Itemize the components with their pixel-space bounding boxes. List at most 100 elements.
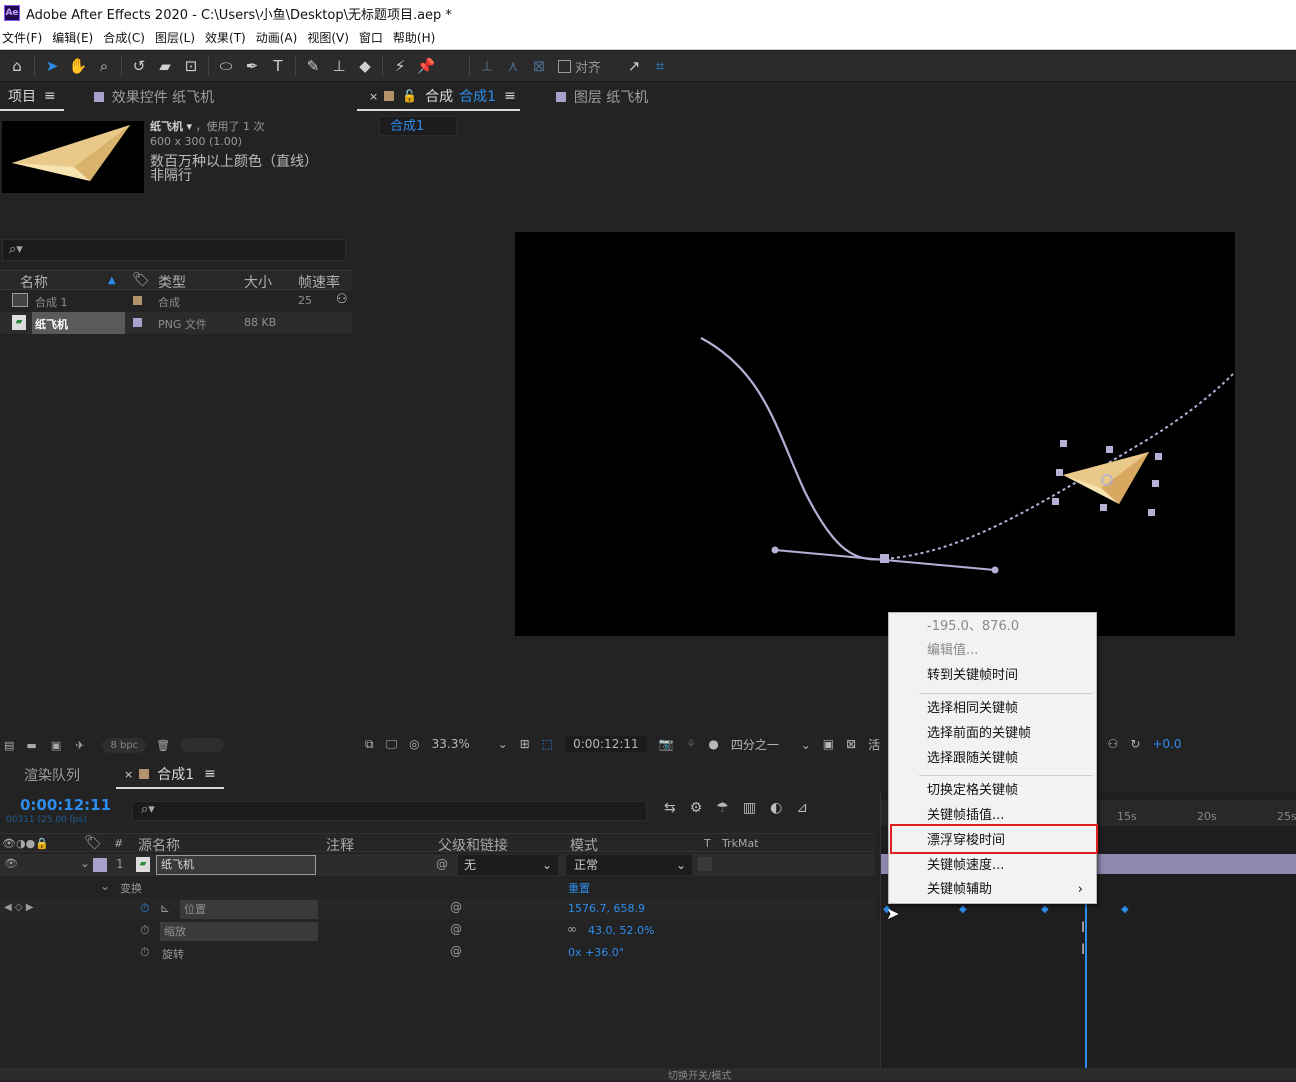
snapping-checkbox[interactable]: 对齐 (558, 57, 601, 76)
menu-animation[interactable]: 动画(A) (256, 29, 298, 46)
zoom-tool-icon[interactable]: ⌕ (91, 53, 117, 79)
roto-brush-tool-icon[interactable]: ⚡ (387, 53, 413, 79)
project-search-input[interactable]: ⌕▾ (2, 239, 346, 261)
col-parent[interactable]: 父级和链接 (438, 835, 508, 855)
snap-grid-icon[interactable]: ⌗ (647, 53, 673, 79)
preserve-transparency-checkbox[interactable] (698, 857, 712, 871)
flowchart-icon[interactable]: ⚇ (336, 292, 348, 307)
new-composition-icon[interactable]: ▣ (51, 739, 61, 752)
home-icon[interactable]: ⌂ (4, 53, 30, 79)
camera-tool-icon[interactable]: ▰ (152, 53, 178, 79)
composition-canvas[interactable] (515, 232, 1249, 636)
expand-chevron-icon[interactable]: ⌄ (100, 879, 110, 893)
label-tag-icon[interactable]: 🏷 (84, 835, 102, 851)
tab-timeline-comp[interactable]: × 合成1 ≡ (116, 761, 224, 789)
pen-tool-icon[interactable]: ✒ (239, 53, 265, 79)
col-type[interactable]: 类型 (158, 272, 186, 292)
col-name[interactable]: 名称 (20, 272, 48, 292)
panel-menu-icon[interactable]: ≡ (204, 766, 216, 782)
pickwhip-icon[interactable]: @ (450, 944, 462, 958)
mask-path-icon[interactable]: ⬚ (542, 737, 553, 751)
resolution-select[interactable]: 四分之一 ⌄ (731, 736, 811, 753)
layer-name-field[interactable]: 纸飞机 (156, 855, 316, 875)
pickwhip-icon[interactable]: @ (450, 922, 462, 936)
visibility-eye-icon[interactable]: 👁 (4, 857, 18, 870)
monitor-icon[interactable]: 🖵 (386, 737, 398, 752)
always-preview-icon[interactable]: ⧉ (365, 737, 374, 752)
rotate-tool-icon[interactable]: ↺ (126, 53, 152, 79)
sort-ascending-icon[interactable]: ▲ (108, 275, 116, 286)
rotation-value[interactable]: 0x +36.0° (568, 946, 624, 959)
menu-item-toggle-hold-keyframe[interactable]: 切换定格关键帧 (927, 780, 1093, 802)
hand-tool-icon[interactable]: ✋ (65, 53, 91, 79)
col-trkmat[interactable]: TrkMat (722, 837, 759, 850)
menu-composition[interactable]: 合成(C) (103, 29, 145, 46)
pickwhip-icon[interactable]: @ (450, 900, 462, 914)
position-value[interactable]: 1576.7, 658.9 (568, 902, 645, 915)
menu-view[interactable]: 视图(V) (307, 29, 349, 46)
stopwatch-icon[interactable]: ⏱ (140, 945, 149, 960)
constrain-proportions-icon[interactable]: ∞ (567, 922, 577, 936)
col-mode[interactable]: 模式 (570, 835, 598, 855)
property-row-scale[interactable]: ⏱ 缩放 @ ∞ 43.0, 52.0% (0, 920, 875, 942)
blend-mode-select[interactable]: 正常 ⌄ (566, 855, 692, 875)
thumbnail-slider[interactable] (180, 738, 225, 752)
property-row-rotation[interactable]: ⏱ 旋转 @ 0x +36.0° (0, 942, 875, 964)
keyframe-marker[interactable]: ◆ (1041, 904, 1049, 915)
grid-guide-icon[interactable]: ⊞ (520, 737, 530, 751)
keyframe-navigator[interactable]: ◀ ◇ ▶ (4, 902, 33, 913)
draft-3d-icon[interactable]: ⚙ (690, 800, 703, 816)
puppet-pin-tool-icon[interactable]: 📌 (413, 53, 439, 79)
col-source-name[interactable]: 源名称 (138, 835, 180, 855)
menu-help[interactable]: 帮助(H) (393, 29, 435, 46)
menu-file[interactable]: 文件(F) (2, 29, 42, 46)
property-row-position[interactable]: ◀ ◇ ▶ ⏱ ⊾ 位置 @ 1576.7, 658.9 (0, 898, 875, 920)
pickwhip-icon[interactable]: @ (436, 857, 448, 871)
menu-item-select-equal-keyframes[interactable]: 选择相同关键帧 (927, 698, 1093, 720)
close-icon[interactable]: × (369, 90, 378, 103)
tab-project[interactable]: 项目 ≡ (0, 83, 64, 111)
region-of-interest-icon[interactable]: ▣ (823, 737, 834, 751)
snap-option-icon[interactable]: ↗ (621, 53, 647, 79)
comp-mini-flowchart-icon[interactable]: ⇆ (664, 800, 676, 816)
expand-chevron-icon[interactable]: ⌄ (80, 856, 90, 870)
menu-item-keyframe-assistant[interactable]: 关键帧辅助 › (927, 879, 1093, 901)
motion-blur-icon[interactable]: ◐ (770, 800, 782, 816)
col-size[interactable]: 大小 (244, 272, 272, 292)
exposure-value[interactable]: +0.0 (1152, 737, 1181, 751)
menu-item-keyframe-velocity[interactable]: 关键帧速度... (927, 855, 1093, 877)
flowchart-icon[interactable]: ⚇ (1108, 737, 1119, 751)
snapshot-icon[interactable]: 📷 (659, 737, 674, 751)
close-icon[interactable]: × (124, 768, 133, 781)
menu-item-select-following-keyframes[interactable]: 选择跟随关键帧 (927, 748, 1093, 770)
world-axis-icon[interactable]: ⋏ (500, 53, 526, 79)
menu-edit[interactable]: 编辑(E) (52, 29, 93, 46)
comp-navigator-tab[interactable]: 合成1 (379, 116, 457, 136)
frame-blending-icon[interactable]: ▥ (743, 800, 756, 816)
reset-exposure-icon[interactable]: ↻ (1130, 737, 1140, 751)
tab-render-queue[interactable]: 渲染队列 (16, 761, 88, 789)
timeline-timecode[interactable]: 0:00:12:11 (20, 796, 111, 814)
layer-label-swatch[interactable] (93, 858, 107, 872)
reset-transform-link[interactable]: 重置 (568, 880, 590, 896)
clone-stamp-tool-icon[interactable]: ⊥ (326, 53, 352, 79)
color-channel-icon[interactable]: ● (708, 737, 718, 751)
menu-effect[interactable]: 效果(T) (205, 29, 246, 46)
tab-composition[interactable]: × 🔓 合成 合成1 ≡ (357, 83, 520, 111)
timeline-search-input[interactable]: ⌕▾ (132, 801, 647, 821)
menu-window[interactable]: 窗口 (359, 29, 383, 46)
interpret-footage-icon[interactable]: ▤ (4, 739, 14, 752)
transparency-grid-icon[interactable]: ⊠ (846, 737, 856, 751)
parent-select[interactable]: 无 ⌄ (458, 855, 558, 875)
graph-toggle-icon[interactable]: ⊾ (160, 901, 170, 915)
keyframe-i-beam[interactable]: I (1081, 920, 1085, 936)
trash-icon[interactable]: 🗑 (156, 739, 170, 752)
adjust-settings-icon[interactable]: ✈ (75, 739, 84, 752)
new-folder-icon[interactable]: ▬ (26, 739, 36, 752)
stopwatch-icon[interactable]: ⏱ (140, 923, 149, 938)
scale-value[interactable]: 43.0, 52.0% (588, 924, 654, 937)
graph-editor-icon[interactable]: ⊿ (796, 800, 808, 816)
eraser-tool-icon[interactable]: ◆ (352, 53, 378, 79)
usage-dropdown-icon[interactable]: ▾ (187, 120, 193, 133)
shy-layers-icon[interactable]: ☂ (716, 800, 729, 816)
